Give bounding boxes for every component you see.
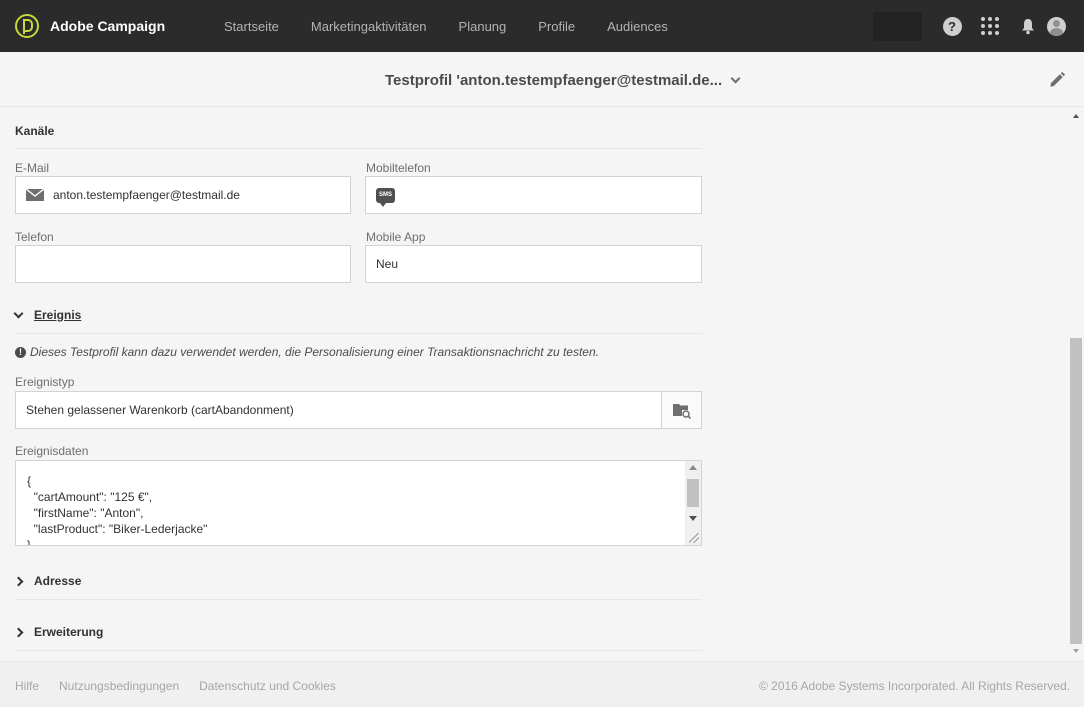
pencil-icon[interactable]	[1048, 70, 1067, 89]
apps-grid-icon	[981, 17, 999, 35]
nav-item-marketingaktivitaeten[interactable]: Marketingaktivitäten	[311, 19, 427, 34]
footer: Hilfe Nutzungsbedingungen Datenschutz un…	[0, 661, 1084, 707]
page-title: Testprofil 'anton.testempfaenger@testmai…	[385, 72, 723, 89]
help-icon: ?	[942, 16, 962, 36]
event-type-value: Stehen gelassener Warenkorb (cartAbandon…	[26, 403, 294, 417]
sms-badge-label: SMS	[378, 192, 392, 198]
bell-icon	[1022, 18, 1034, 34]
chevron-right-icon	[13, 576, 24, 586]
event-data-textarea[interactable]: { "cartAmount": "125 €", "firstName": "A…	[15, 460, 702, 546]
nav-item-profile[interactable]: Profile	[538, 19, 575, 34]
nav-item-audiences[interactable]: Audiences	[607, 19, 668, 34]
mobile-field[interactable]: SMS	[365, 176, 702, 214]
scroll-up-arrow-icon[interactable]	[1073, 114, 1079, 118]
nav-item-startseite[interactable]: Startseite	[224, 19, 279, 34]
copyright: © 2016 Adobe Systems Incorporated. All R…	[758, 679, 1070, 693]
event-section-toggle[interactable]: Ereignis	[13, 308, 82, 322]
chevron-down-icon	[730, 73, 741, 84]
footer-link-terms[interactable]: Nutzungsbedingungen	[59, 679, 179, 693]
event-info-message: ! Dieses Testprofil kann dazu verwendet …	[15, 345, 599, 359]
address-section-toggle[interactable]: Adresse	[13, 574, 82, 588]
event-data-value: { "cartAmount": "125 €", "firstName": "A…	[27, 474, 208, 546]
footer-links: Hilfe Nutzungsbedingungen Datenschutz un…	[15, 679, 356, 693]
mobile-app-label: Mobile App	[366, 230, 426, 244]
phone-field[interactable]	[15, 245, 351, 283]
mobile-app-field[interactable]: Neu	[365, 245, 702, 283]
event-type-label: Ereignistyp	[15, 375, 75, 389]
main-nav: Startseite Marketingaktivitäten Planung …	[224, 19, 700, 34]
email-field[interactable]: anton.testempfaenger@testmail.de	[15, 176, 351, 214]
page-scrollbar-thumb[interactable]	[1070, 338, 1082, 644]
page-scrollbar[interactable]	[1068, 108, 1084, 661]
footer-link-privacy[interactable]: Datenschutz und Cookies	[199, 679, 336, 693]
event-info-text: Dieses Testprofil kann dazu verwendet we…	[30, 345, 599, 359]
app-name: Adobe Campaign	[50, 18, 166, 34]
scrollbar-thumb[interactable]	[687, 479, 699, 507]
search-box[interactable]	[873, 11, 922, 41]
top-navigation-bar: Adobe Campaign Startseite Marketingaktiv…	[0, 0, 1084, 52]
page-header: Testprofil 'anton.testempfaenger@testmai…	[0, 52, 1084, 107]
nav-item-planung[interactable]: Planung	[459, 19, 507, 34]
extension-section-title: Erweiterung	[34, 625, 104, 639]
scroll-down-arrow-icon[interactable]	[689, 516, 697, 521]
mobile-app-value: Neu	[376, 257, 399, 271]
resize-grip-icon[interactable]	[689, 533, 699, 543]
sms-icon: SMS	[376, 187, 395, 207]
adobe-campaign-logo-icon	[15, 14, 39, 38]
event-section-title: Ereignis	[34, 308, 82, 322]
event-data-label: Ereignisdaten	[15, 444, 89, 458]
notifications-button[interactable]	[1018, 16, 1038, 36]
event-type-field[interactable]: Stehen gelassener Warenkorb (cartAbandon…	[15, 391, 662, 429]
channels-section-title: Kanäle	[15, 124, 55, 138]
folder-search-icon	[672, 403, 691, 419]
apps-button[interactable]	[980, 16, 1000, 36]
info-icon: !	[15, 346, 26, 358]
profile-form: Kanäle E-Mail anton.testempfaenger@testm…	[0, 108, 1068, 661]
footer-link-help[interactable]: Hilfe	[15, 679, 39, 693]
app-logo[interactable]: Adobe Campaign	[15, 14, 208, 38]
phone-label: Telefon	[15, 230, 54, 244]
divider	[15, 333, 702, 334]
event-type-picker-button[interactable]	[661, 391, 702, 429]
extension-section-toggle[interactable]: Erweiterung	[13, 625, 104, 639]
address-section-title: Adresse	[34, 574, 82, 588]
divider	[15, 599, 702, 600]
user-avatar[interactable]	[1047, 16, 1066, 36]
help-button[interactable]: ?	[942, 16, 962, 36]
scroll-down-arrow-icon[interactable]	[1073, 649, 1079, 653]
chevron-down-icon	[13, 308, 24, 318]
divider	[15, 650, 702, 651]
scroll-up-arrow-icon[interactable]	[689, 465, 697, 470]
chevron-right-icon	[13, 627, 24, 637]
top-right-actions: ?	[873, 0, 1084, 52]
envelope-icon	[26, 189, 44, 201]
divider	[15, 148, 702, 149]
mobile-label: Mobiltelefon	[366, 161, 431, 175]
email-label: E-Mail	[15, 161, 50, 175]
email-value: anton.testempfaenger@testmail.de	[53, 188, 240, 202]
profile-title-dropdown[interactable]: Testprofil 'anton.testempfaenger@testmai…	[385, 72, 741, 89]
